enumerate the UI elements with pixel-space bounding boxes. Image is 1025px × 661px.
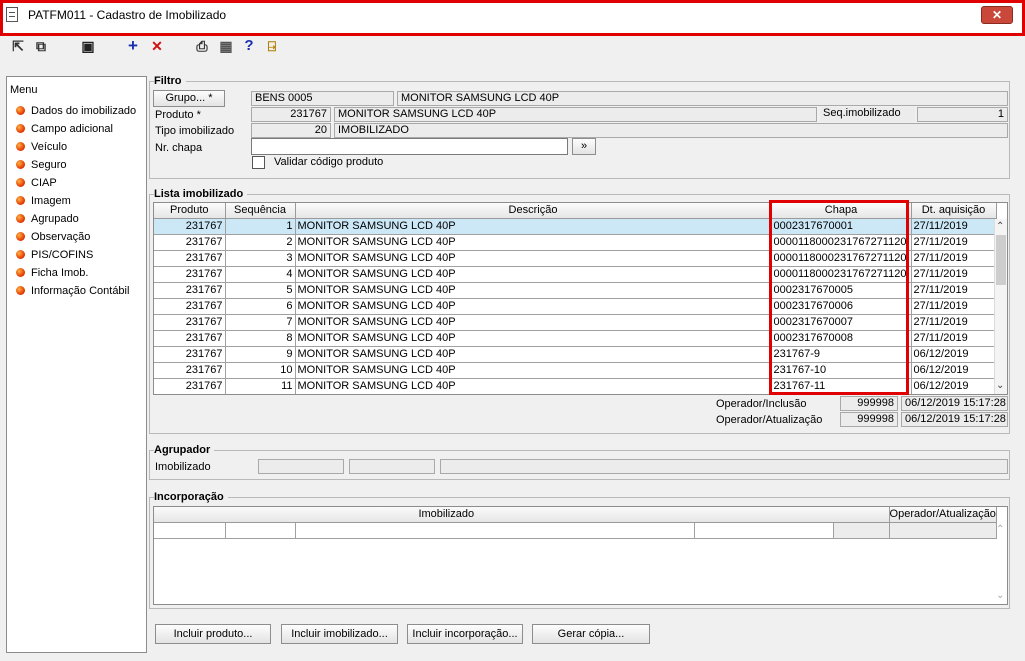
- table-row[interactable]: 231767 3 MONITOR SAMSUNG LCD 40P 0000118000…: [154, 250, 997, 267]
- menu-item-seguro[interactable]: Seguro: [16, 157, 66, 173]
- menu-item-ficha-imob[interactable]: Ficha Imob.: [16, 265, 88, 281]
- grupo-code-field: BENS 0005: [251, 91, 394, 106]
- lista-label: Lista imobilizado: [154, 188, 248, 200]
- produto-code-field: 231767: [251, 107, 331, 122]
- col-imobilizado[interactable]: Imobilizado: [154, 507, 890, 523]
- incorp-scroll-down-icon[interactable]: ⌄: [996, 590, 1004, 601]
- delete-icon[interactable]: ✕: [149, 38, 165, 54]
- tipo-code-field: 20: [251, 123, 331, 138]
- close-button[interactable]: ✕: [981, 6, 1013, 24]
- agrupador-label: Agrupador: [154, 444, 215, 456]
- menu-item-campo-adicional[interactable]: Campo adicional: [16, 121, 113, 137]
- search-chapa-button[interactable]: »: [572, 138, 596, 155]
- bullet-icon: [16, 214, 25, 223]
- seq-imobilizado-field: 1: [917, 107, 1008, 122]
- table-row[interactable]: 231767 7 MONITOR SAMSUNG LCD 40P 0002317670…: [154, 314, 997, 331]
- validar-checkbox[interactable]: [252, 156, 265, 169]
- operador-inclusao-label: Operador/Inclusão: [716, 398, 807, 410]
- incluir-produto-button[interactable]: Incluir produto...: [155, 624, 271, 644]
- bullet-icon: [16, 160, 25, 169]
- validar-label: Validar código produto: [274, 156, 384, 168]
- table-row[interactable]: 231767 8 MONITOR SAMSUNG LCD 40P 0002317670…: [154, 330, 997, 347]
- imobilizado-grid: Produto Sequência Descrição Chapa Dt. aq…: [153, 202, 1008, 395]
- col-sequencia[interactable]: Sequência: [225, 203, 296, 219]
- bullet-icon: [16, 232, 25, 241]
- bullet-icon: [16, 124, 25, 133]
- incorporacao-table: Imobilizado Operador/Atualização: [154, 507, 997, 539]
- first-record-icon[interactable]: ⇱: [10, 38, 26, 54]
- incluir-imobilizado-button[interactable]: Incluir imobilizado...: [281, 624, 398, 644]
- add-icon[interactable]: +: [125, 37, 141, 54]
- menu-item-informacao-contabil[interactable]: Informação Contábil: [16, 283, 129, 299]
- save-icon[interactable]: ▣: [80, 38, 96, 54]
- bullet-icon: [16, 286, 25, 295]
- col-operador-atualizacao[interactable]: Operador/Atualização: [889, 507, 997, 523]
- col-dt-aquisicao[interactable]: Dt. aquisição: [911, 203, 997, 219]
- table-row[interactable]: 231767 9 MONITOR SAMSUNG LCD 40P 231767-9 06…: [154, 346, 997, 363]
- bullet-icon: [16, 250, 25, 259]
- incorp-scroll-up-icon[interactable]: ⌃: [996, 524, 1004, 535]
- bullet-icon: [16, 196, 25, 205]
- menu-item-ciap[interactable]: CIAP: [16, 175, 57, 191]
- grupo-button[interactable]: Grupo... *: [153, 90, 225, 107]
- bullet-icon: [16, 142, 25, 151]
- seq-imobilizado-label: Seq.imobilizado: [820, 107, 915, 122]
- grid-icon[interactable]: ▦: [218, 38, 234, 54]
- col-produto[interactable]: Produto: [154, 203, 226, 219]
- col-chapa[interactable]: Chapa: [771, 203, 912, 219]
- exit-icon[interactable]: ⍈: [264, 38, 280, 54]
- menu-item-agrupado[interactable]: Agrupado: [16, 211, 79, 227]
- scroll-up-icon[interactable]: ⌃: [996, 221, 1004, 232]
- menu-item-veiculo[interactable]: Veículo: [16, 139, 67, 155]
- produto-desc-field: MONITOR SAMSUNG LCD 40P: [334, 107, 817, 122]
- menu-item-dados-imobilizado[interactable]: Dados do imobilizado: [16, 103, 136, 119]
- menu-item-pis-cofins[interactable]: PIS/COFINS: [16, 247, 93, 263]
- filtro-label: Filtro: [154, 75, 186, 87]
- lista-scroll-thumb[interactable]: [996, 235, 1006, 285]
- table-row[interactable]: 231767 2 MONITOR SAMSUNG LCD 40P 0000118000…: [154, 234, 997, 251]
- operador-atualizacao-label: Operador/Atualização: [716, 414, 823, 426]
- help-icon[interactable]: ?: [241, 38, 257, 54]
- print-icon[interactable]: ⎙: [194, 38, 210, 54]
- table-row[interactable]: 231767 5 MONITOR SAMSUNG LCD 40P 0002317670…: [154, 282, 997, 299]
- document-icon: [6, 7, 18, 22]
- nr-chapa-label: Nr. chapa: [155, 142, 203, 154]
- operador-inclusao-id: 999998: [840, 396, 898, 411]
- table-row[interactable]: 231767 4 MONITOR SAMSUNG LCD 40P 0000118000…: [154, 266, 997, 283]
- tipo-desc-field: IMOBILIZADO: [334, 123, 1008, 138]
- agrupador-field-1: [258, 459, 344, 474]
- agrupador-field-2: [349, 459, 435, 474]
- produto-label: Produto *: [155, 109, 201, 121]
- gerar-copia-button[interactable]: Gerar cópia...: [532, 624, 650, 644]
- table-row[interactable]: 231767 11 MONITOR SAMSUNG LCD 40P 231767-11…: [154, 378, 997, 394]
- agrupador-field-3: [440, 459, 1008, 474]
- menu-item-observacao[interactable]: Observação: [16, 229, 90, 245]
- agrupador-imobilizado-label: Imobilizado: [155, 461, 211, 473]
- incorporacao-grid: Imobilizado Operador/Atualização: [153, 506, 1008, 605]
- table-row[interactable]: 231767 6 MONITOR SAMSUNG LCD 40P 0002317670…: [154, 298, 997, 315]
- scroll-down-icon[interactable]: ⌄: [996, 380, 1004, 391]
- menu-title: Menu: [10, 84, 38, 96]
- menu-item-imagem[interactable]: Imagem: [16, 193, 71, 209]
- imobilizado-table: Produto Sequência Descrição Chapa Dt. aq…: [154, 203, 997, 394]
- nr-chapa-input[interactable]: [251, 138, 568, 155]
- tipo-imobilizado-label: Tipo imobilizado: [155, 125, 235, 137]
- operador-atualizacao-date: 06/12/2019 15:17:28: [901, 412, 1008, 427]
- operador-inclusao-date: 06/12/2019 15:17:28: [901, 396, 1008, 411]
- col-descricao[interactable]: Descrição: [295, 203, 772, 219]
- bullet-icon: [16, 268, 25, 277]
- window-title: PATFM011 - Cadastro de Imobilizado: [28, 8, 227, 22]
- incorporacao-label: Incorporação: [154, 491, 228, 503]
- copy-records-icon[interactable]: ⧉: [33, 38, 49, 54]
- table-row[interactable]: [154, 522, 997, 539]
- operador-atualizacao-id: 999998: [840, 412, 898, 427]
- table-row[interactable]: 231767 10 MONITOR SAMSUNG LCD 40P 231767-10…: [154, 362, 997, 379]
- bullet-icon: [16, 178, 25, 187]
- bullet-icon: [16, 106, 25, 115]
- table-row[interactable]: 231767 1 MONITOR SAMSUNG LCD 40P 0002317670…: [154, 218, 997, 235]
- grupo-desc-field: MONITOR SAMSUNG LCD 40P: [397, 91, 1008, 106]
- incluir-incorporacao-button[interactable]: Incluir incorporação...: [407, 624, 523, 644]
